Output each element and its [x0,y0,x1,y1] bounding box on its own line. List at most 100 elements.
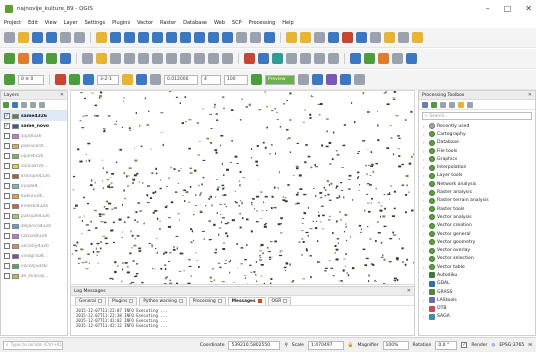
menu-settings[interactable]: Settings [85,20,106,26]
maximize-button[interactable]: □ [504,4,512,13]
chevron-right-icon[interactable]: › [423,149,427,154]
open-project-icon[interactable] [18,32,29,43]
save-edits-icon[interactable] [110,53,121,64]
label-move-icon[interactable] [286,53,297,64]
menu-database[interactable]: Database [183,20,207,26]
undo-icon[interactable] [208,53,219,64]
layer-visibility-checkbox[interactable] [4,133,10,139]
log-tab-ogr[interactable]: OGR [267,296,292,305]
chevron-right-icon[interactable]: › [423,198,427,203]
layer-row[interactable]: krompir4326 [1,171,67,181]
panel-close-icon[interactable]: ✕ [60,92,64,98]
processing-group-lastools[interactable]: › LAStools [419,296,535,304]
processing-group-graphics[interactable]: › Graphics [419,155,535,163]
chevron-right-icon[interactable]: › [423,306,427,311]
chevron-right-icon[interactable]: › [423,165,427,170]
processing-group-database[interactable]: › Database [419,139,535,147]
select-features-icon[interactable] [300,32,311,43]
current-edits-icon[interactable] [82,53,93,64]
log-tab-python-warning[interactable]: Python warning [139,296,187,305]
minimize-button[interactable]: – [486,4,490,13]
layer-visibility-checkbox[interactable] [4,193,10,199]
preview-button[interactable]: Preview [265,74,295,85]
new-map-view-icon[interactable] [236,32,247,43]
chevron-right-icon[interactable]: › [423,173,427,178]
menu-plugins[interactable]: Plugins [112,20,130,26]
menu-edit[interactable]: Edit [28,20,38,26]
layer-row[interactable]: ukrasnj4326 [1,241,67,251]
statistics-icon[interactable] [356,32,367,43]
python-console-icon[interactable] [350,53,361,64]
scp-input-icon[interactable] [4,74,15,85]
processing-toolbox-icon[interactable] [378,53,389,64]
crs-globe-icon[interactable]: ◍ [491,343,495,348]
zoom-out-icon[interactable] [138,32,149,43]
layer-row[interactable]: pasnjak4326 [1,211,67,221]
cut-features-icon[interactable] [166,53,177,64]
deselect-icon[interactable] [314,32,325,43]
identify-icon[interactable] [286,32,297,43]
field-calculator-icon[interactable] [342,32,353,43]
chevron-right-icon[interactable]: › [423,232,427,237]
filter-icon[interactable] [30,102,36,108]
add-raster-layer-icon[interactable] [18,53,29,64]
scp-classification-icon[interactable] [326,74,337,85]
refresh-icon[interactable] [264,32,275,43]
chevron-right-icon[interactable]: › [423,273,427,278]
layer-row[interactable]: suncokret... [1,161,67,171]
menu-web[interactable]: Web [214,20,225,26]
log-tab-plugins[interactable]: Plugins [107,296,138,305]
label-pin-icon[interactable] [258,53,269,64]
menu-layer[interactable]: Layer [64,20,78,26]
chevron-right-icon[interactable]: › [423,140,427,145]
chevron-right-icon[interactable]: › [423,223,427,228]
processing-group-vector-table[interactable]: › Vector table [419,263,535,271]
crs-label[interactable]: EPSG:3765 [499,343,524,348]
menu-raster[interactable]: Raster [160,20,176,26]
chevron-right-icon[interactable]: › [423,265,427,270]
chevron-right-icon[interactable]: › [423,240,427,245]
save-project-icon[interactable] [32,32,43,43]
chevron-right-icon[interactable]: › [423,207,427,212]
expand-all-icon[interactable] [39,102,45,108]
layer-row[interactable]: raznas4326 [1,231,67,241]
processing-group-file-tools[interactable]: › File tools [419,147,535,155]
layer-row[interactable]: ✓ same_novo [1,121,67,131]
layer-visibility-checkbox[interactable]: ✓ [4,123,10,129]
log-tab-messages[interactable]: Messages [227,296,266,305]
open-styling-icon[interactable] [3,102,9,108]
menu-vector[interactable]: Vector [137,20,153,26]
layer-visibility-checkbox[interactable] [4,243,10,249]
show-input-icon[interactable] [69,74,80,85]
chevron-right-icon[interactable]: › [423,132,427,137]
layer-row[interactable]: ze_livanay... [1,271,67,281]
zoom-layer-icon[interactable] [180,32,191,43]
processing-group-saga[interactable]: › SAGA [419,313,535,321]
menu-project[interactable]: Project [4,20,21,26]
zoom-last-icon[interactable] [208,32,219,43]
processing-group-vector-overlay[interactable]: › Vector overlay [419,246,535,254]
layer-row[interactable]: kineski4326 [1,201,67,211]
processing-group-vector-geometry[interactable]: › Vector geometry [419,238,535,246]
dist-field[interactable]: 0.012000 [164,74,198,85]
redo-roi-icon[interactable] [150,74,161,85]
processing-group-raster-analysis[interactable]: › Raster analysis [419,188,535,196]
layer-visibility-checkbox[interactable]: ✓ [4,113,10,119]
add-vector-layer-icon[interactable] [4,53,15,64]
text-annotation-icon[interactable] [398,32,409,43]
graphical-modeler-icon[interactable] [392,53,403,64]
chevron-right-icon[interactable]: › [423,182,427,187]
menu-processing[interactable]: Processing [249,20,276,26]
preview-pointer-icon[interactable] [251,74,262,85]
chevron-right-icon[interactable]: › [423,290,427,295]
chevron-right-icon[interactable]: › [423,256,427,261]
processing-group-layer-tools[interactable]: › Layer tools [419,172,535,180]
layer-visibility-checkbox[interactable] [4,173,10,179]
rgb-icon[interactable] [83,74,94,85]
layer-row[interactable]: voce/ljudski [1,261,67,271]
rotation-field[interactable]: 0.0 ° [435,340,458,350]
print-layout-icon[interactable] [60,32,71,43]
processing-group-vector-creation[interactable]: › Vector creation [419,222,535,230]
max-field[interactable]: 4 [201,74,221,85]
lock-icon[interactable]: 🔒 [348,343,354,348]
